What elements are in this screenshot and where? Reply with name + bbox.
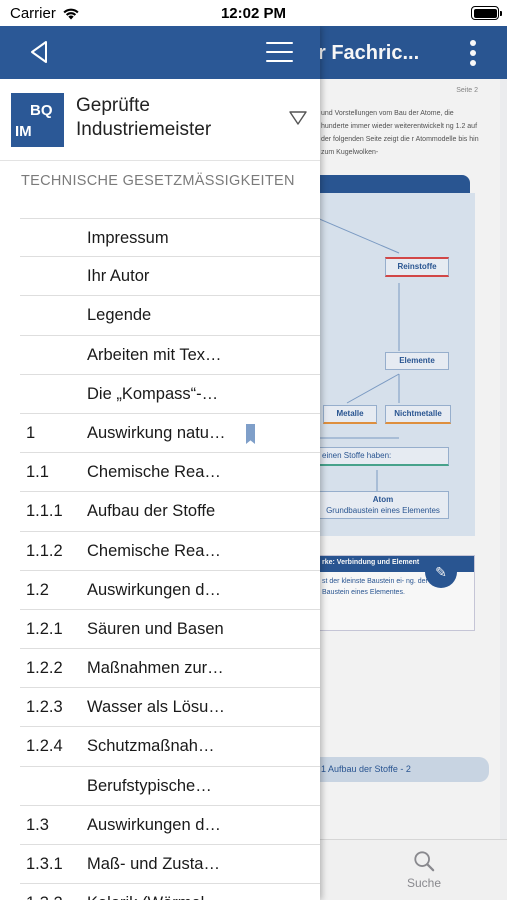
toc-item[interactable]: 1.1.2 Chemische Rea… xyxy=(20,532,320,571)
toc-item-number: 1.1.1 xyxy=(26,502,63,521)
hamburger-menu-icon[interactable] xyxy=(266,42,293,62)
toc-item-number: 1 xyxy=(26,423,36,442)
toc-item[interactable]: 1.3.1 Maß- und Zusta… xyxy=(20,845,320,885)
toc-item-number: 1.2.4 xyxy=(26,737,63,756)
book-selector[interactable]: BQ IM Geprüfte Industriemeister xyxy=(0,79,320,161)
toc-item-label: Schutzmaßnah… xyxy=(87,737,215,756)
toc-item-label: Auswirkungen d… xyxy=(87,815,221,834)
toc-item[interactable]: 1.2.3 Wasser als Lösu… xyxy=(20,688,320,728)
toc-item-label: Berufstypische… xyxy=(87,776,212,795)
toc-item-label: Auswirkungen d… xyxy=(87,580,221,599)
toc-item-label: Maßnahmen zur… xyxy=(87,659,224,678)
toc-item[interactable]: Die „Kompass“-… xyxy=(20,375,320,414)
toc-item[interactable]: 1.2.1 Säuren und Basen xyxy=(20,610,320,650)
toc-item-label: Auswirkung natu… xyxy=(87,423,226,442)
toc-item[interactable]: 1.1 Chemische Rea… xyxy=(20,453,320,493)
toc-item-number: 1.1 xyxy=(26,463,49,482)
logo-text-top: BQ xyxy=(30,102,53,119)
drawer-header xyxy=(0,26,320,79)
toc-item-number: 1.3.2 xyxy=(26,884,63,900)
bqim-logo: BQ IM xyxy=(11,93,64,147)
toc-item[interactable]: 1.2.4 Schutzmaßnah… xyxy=(20,727,320,767)
clock: 12:02 PM xyxy=(220,5,287,22)
bookmark-icon[interactable] xyxy=(246,423,255,444)
toc-item[interactable]: Arbeiten mit Tex… xyxy=(20,336,320,375)
toc-item-number: 1.2.3 xyxy=(26,698,63,717)
toc-item[interactable]: 1.2.2 Maßnahmen zur… xyxy=(20,649,320,689)
toc-item[interactable]: Legende xyxy=(20,296,320,336)
toc-item-label: Chemische Rea… xyxy=(87,541,221,560)
toc-item-label: Wasser als Lösu… xyxy=(87,698,225,717)
toc-item-number: 1.2.2 xyxy=(26,659,63,678)
toc-item[interactable]: 1.2 Auswirkungen d… xyxy=(20,571,320,610)
toc-item[interactable]: Ihr Autor xyxy=(20,257,320,297)
logo-text-bottom: IM xyxy=(15,123,32,140)
back-arrow-icon[interactable] xyxy=(26,38,54,66)
toc-item-label: Chemische Rea… xyxy=(87,463,221,482)
toc-item-number: 1.3 xyxy=(26,815,49,834)
dropdown-triangle-icon[interactable] xyxy=(288,110,308,126)
toc-item[interactable]: Berufstypische… xyxy=(20,767,320,806)
status-bar: Carrier 12:02 PM xyxy=(0,0,507,26)
toc-item-label: Arbeiten mit Tex… xyxy=(87,345,222,364)
toc-item-label: Legende xyxy=(87,306,152,325)
toc-item-label: Die „Kompass“-… xyxy=(87,384,219,403)
toc-item-label: Säuren und Basen xyxy=(87,619,224,638)
toc-list: Impressum Ihr Autor Legende Arbeiten mit Te… xyxy=(0,218,320,900)
toc-item[interactable]: 1.1.1 Aufbau der Stoffe xyxy=(20,492,320,532)
section-title: TECHNISCHE GESETZMÄSSIGKEITEN xyxy=(21,173,295,189)
toc-item-number: 1.2.1 xyxy=(26,619,63,638)
book-title: Geprüfte Industriemeister xyxy=(76,95,212,140)
toc-item[interactable]: 1.3 Auswirkungen d… xyxy=(20,806,320,845)
toc-item-label: Aufbau der Stoffe xyxy=(87,502,216,521)
toc-item[interactable]: 1 Auswirkung natu… xyxy=(20,414,320,454)
drawer-scrim[interactable] xyxy=(320,26,507,900)
toc-item-number: 1.2 xyxy=(26,580,49,599)
toc-item[interactable]: 1.3.2 Kalorik (Wärmel… xyxy=(20,884,320,900)
battery-icon xyxy=(471,6,502,20)
app-screen: Carrier 12:02 PM r Fachric... Seite 2 un… xyxy=(0,0,507,900)
toc-item-number: 1.1.2 xyxy=(26,541,63,560)
toc-item-label: Impressum xyxy=(87,229,169,247)
toc-item-label: Ihr Autor xyxy=(87,267,150,286)
toc-item-label: Kalorik (Wärmel… xyxy=(87,884,221,900)
navigation-drawer: BQ IM Geprüfte Industriemeister TECHNISC… xyxy=(0,26,320,900)
toc-item-label: Maß- und Zusta… xyxy=(87,855,220,873)
toc-item-number: 1.3.1 xyxy=(26,855,63,873)
toc-item[interactable]: Impressum xyxy=(20,218,320,258)
